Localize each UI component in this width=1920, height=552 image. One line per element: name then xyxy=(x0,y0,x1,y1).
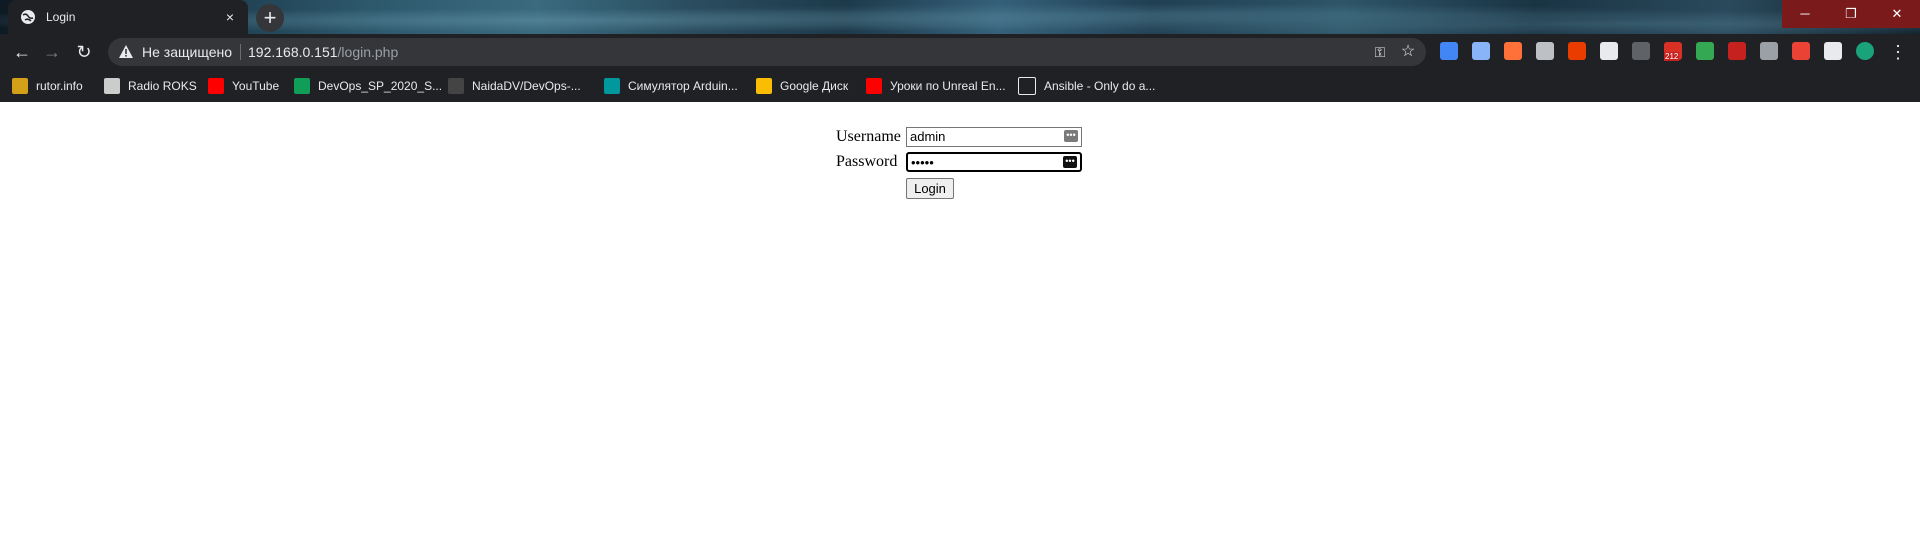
google-drive-icon xyxy=(756,78,772,94)
warning-icon[interactable] xyxy=(118,44,134,60)
mail-icon[interactable]: 212 xyxy=(1664,42,1682,61)
bookmark-label: Radio ROKS xyxy=(128,79,197,93)
bookmarks-bar: rutor.info Radio ROKS YouTube DevOps_SP_202… xyxy=(0,70,1920,102)
bookmark-star-icon[interactable]: ☆ xyxy=(1398,42,1418,62)
url-host: 192.168.0.151 xyxy=(248,44,338,60)
globe-icon xyxy=(21,10,35,24)
office-icon[interactable] xyxy=(1568,42,1586,60)
minimize-button[interactable]: ─ xyxy=(1782,0,1828,28)
bookmark-item[interactable]: Симулятор Arduin... xyxy=(604,70,738,102)
youtube-icon xyxy=(866,78,882,94)
sheets-icon xyxy=(294,78,310,94)
username-value: admin xyxy=(910,129,946,144)
bookmark-item[interactable]: Ansible - Only do a... xyxy=(1018,70,1155,102)
divider xyxy=(240,44,241,60)
address-bar[interactable]: Не защищено 192.168.0.151/login.php ⚿ ☆ xyxy=(108,38,1426,66)
bookmark-label: Ansible - Only do a... xyxy=(1044,79,1156,93)
bookmark-label: NaidaDV/DevOps-... xyxy=(472,79,581,93)
browser-toolbar: ← → ↻ Не защищено 192.168.0.151/login.ph… xyxy=(0,34,1920,70)
copy-icon[interactable] xyxy=(1472,42,1490,60)
username-label: Username xyxy=(836,128,901,145)
back-arrow-icon[interactable]: ← xyxy=(10,40,34,64)
card-icon[interactable] xyxy=(1536,42,1554,60)
circle-icon[interactable] xyxy=(1760,42,1778,60)
url-path: /login.php xyxy=(337,44,399,60)
bookmark-item[interactable]: YouTube xyxy=(208,70,279,102)
menu-dots-icon[interactable]: ⋮ xyxy=(1886,40,1910,64)
bookmark-label: rutor.info xyxy=(36,79,83,93)
avatar-icon[interactable] xyxy=(1856,42,1874,60)
close-window-button[interactable]: ✕ xyxy=(1874,0,1920,28)
password-manager-icon[interactable]: ••• xyxy=(1063,156,1077,168)
bookmark-item[interactable]: DevOps_SP_2020_S... xyxy=(294,70,442,102)
title-bar: Login × + ─ ❐ ✕ xyxy=(0,0,1920,34)
speed-icon[interactable] xyxy=(1600,42,1618,60)
password-manager-icon[interactable]: ••• xyxy=(1064,130,1078,142)
password-label: Password xyxy=(836,153,898,170)
key-icon[interactable]: ⚿ xyxy=(1370,42,1390,62)
radio-roks-icon xyxy=(104,78,120,94)
tab-login[interactable]: Login × xyxy=(8,0,248,34)
github-icon xyxy=(448,78,464,94)
bookmark-label: YouTube xyxy=(232,79,280,93)
bookmark-item[interactable]: Radio ROKS xyxy=(104,70,197,102)
forward-arrow-icon[interactable]: → xyxy=(40,40,64,64)
pdf-icon[interactable] xyxy=(1728,42,1746,60)
puzzle-icon[interactable] xyxy=(1824,42,1842,60)
password-value: ••••• xyxy=(911,155,934,170)
translate-icon[interactable] xyxy=(1440,42,1458,60)
security-status-label[interactable]: Не защищено xyxy=(142,44,232,60)
page-icon xyxy=(1018,77,1036,95)
bookmark-label: Симулятор Arduin... xyxy=(628,79,738,93)
badge-count: 212 xyxy=(1664,52,1680,61)
username-field[interactable]: admin ••• xyxy=(906,127,1082,147)
youtube-icon xyxy=(208,78,224,94)
bookmark-label: Уроки по Unreal En... xyxy=(890,79,1006,93)
m-icon[interactable] xyxy=(1792,42,1810,60)
new-tab-button[interactable]: + xyxy=(256,4,284,32)
bookmark-item[interactable]: Google Диск xyxy=(756,70,848,102)
bookmark-label: DevOps_SP_2020_S... xyxy=(318,79,443,93)
bookmark-item[interactable]: Уроки по Unreal En... xyxy=(866,70,1006,102)
shield-icon[interactable] xyxy=(1696,42,1714,60)
login-page: Username admin ••• Password ••••• ••• Lo… xyxy=(0,102,1920,552)
password-field[interactable]: ••••• ••• xyxy=(906,152,1082,172)
tab-close-icon[interactable]: × xyxy=(222,9,238,25)
arduino-icon xyxy=(604,78,620,94)
url-text[interactable]: 192.168.0.151/login.php xyxy=(248,44,398,60)
firefox-icon[interactable] xyxy=(1504,42,1522,60)
bookmark-label: Google Диск xyxy=(780,79,849,93)
rutor-icon xyxy=(12,78,28,94)
tab-title: Login xyxy=(46,10,76,24)
login-button[interactable]: Login xyxy=(906,178,954,199)
more-dots-icon[interactable] xyxy=(1632,42,1650,60)
bookmark-item[interactable]: NaidaDV/DevOps-... xyxy=(448,70,581,102)
bookmark-item[interactable]: rutor.info xyxy=(12,70,83,102)
reload-icon[interactable]: ↻ xyxy=(72,40,96,64)
maximize-button[interactable]: ❐ xyxy=(1828,0,1874,28)
